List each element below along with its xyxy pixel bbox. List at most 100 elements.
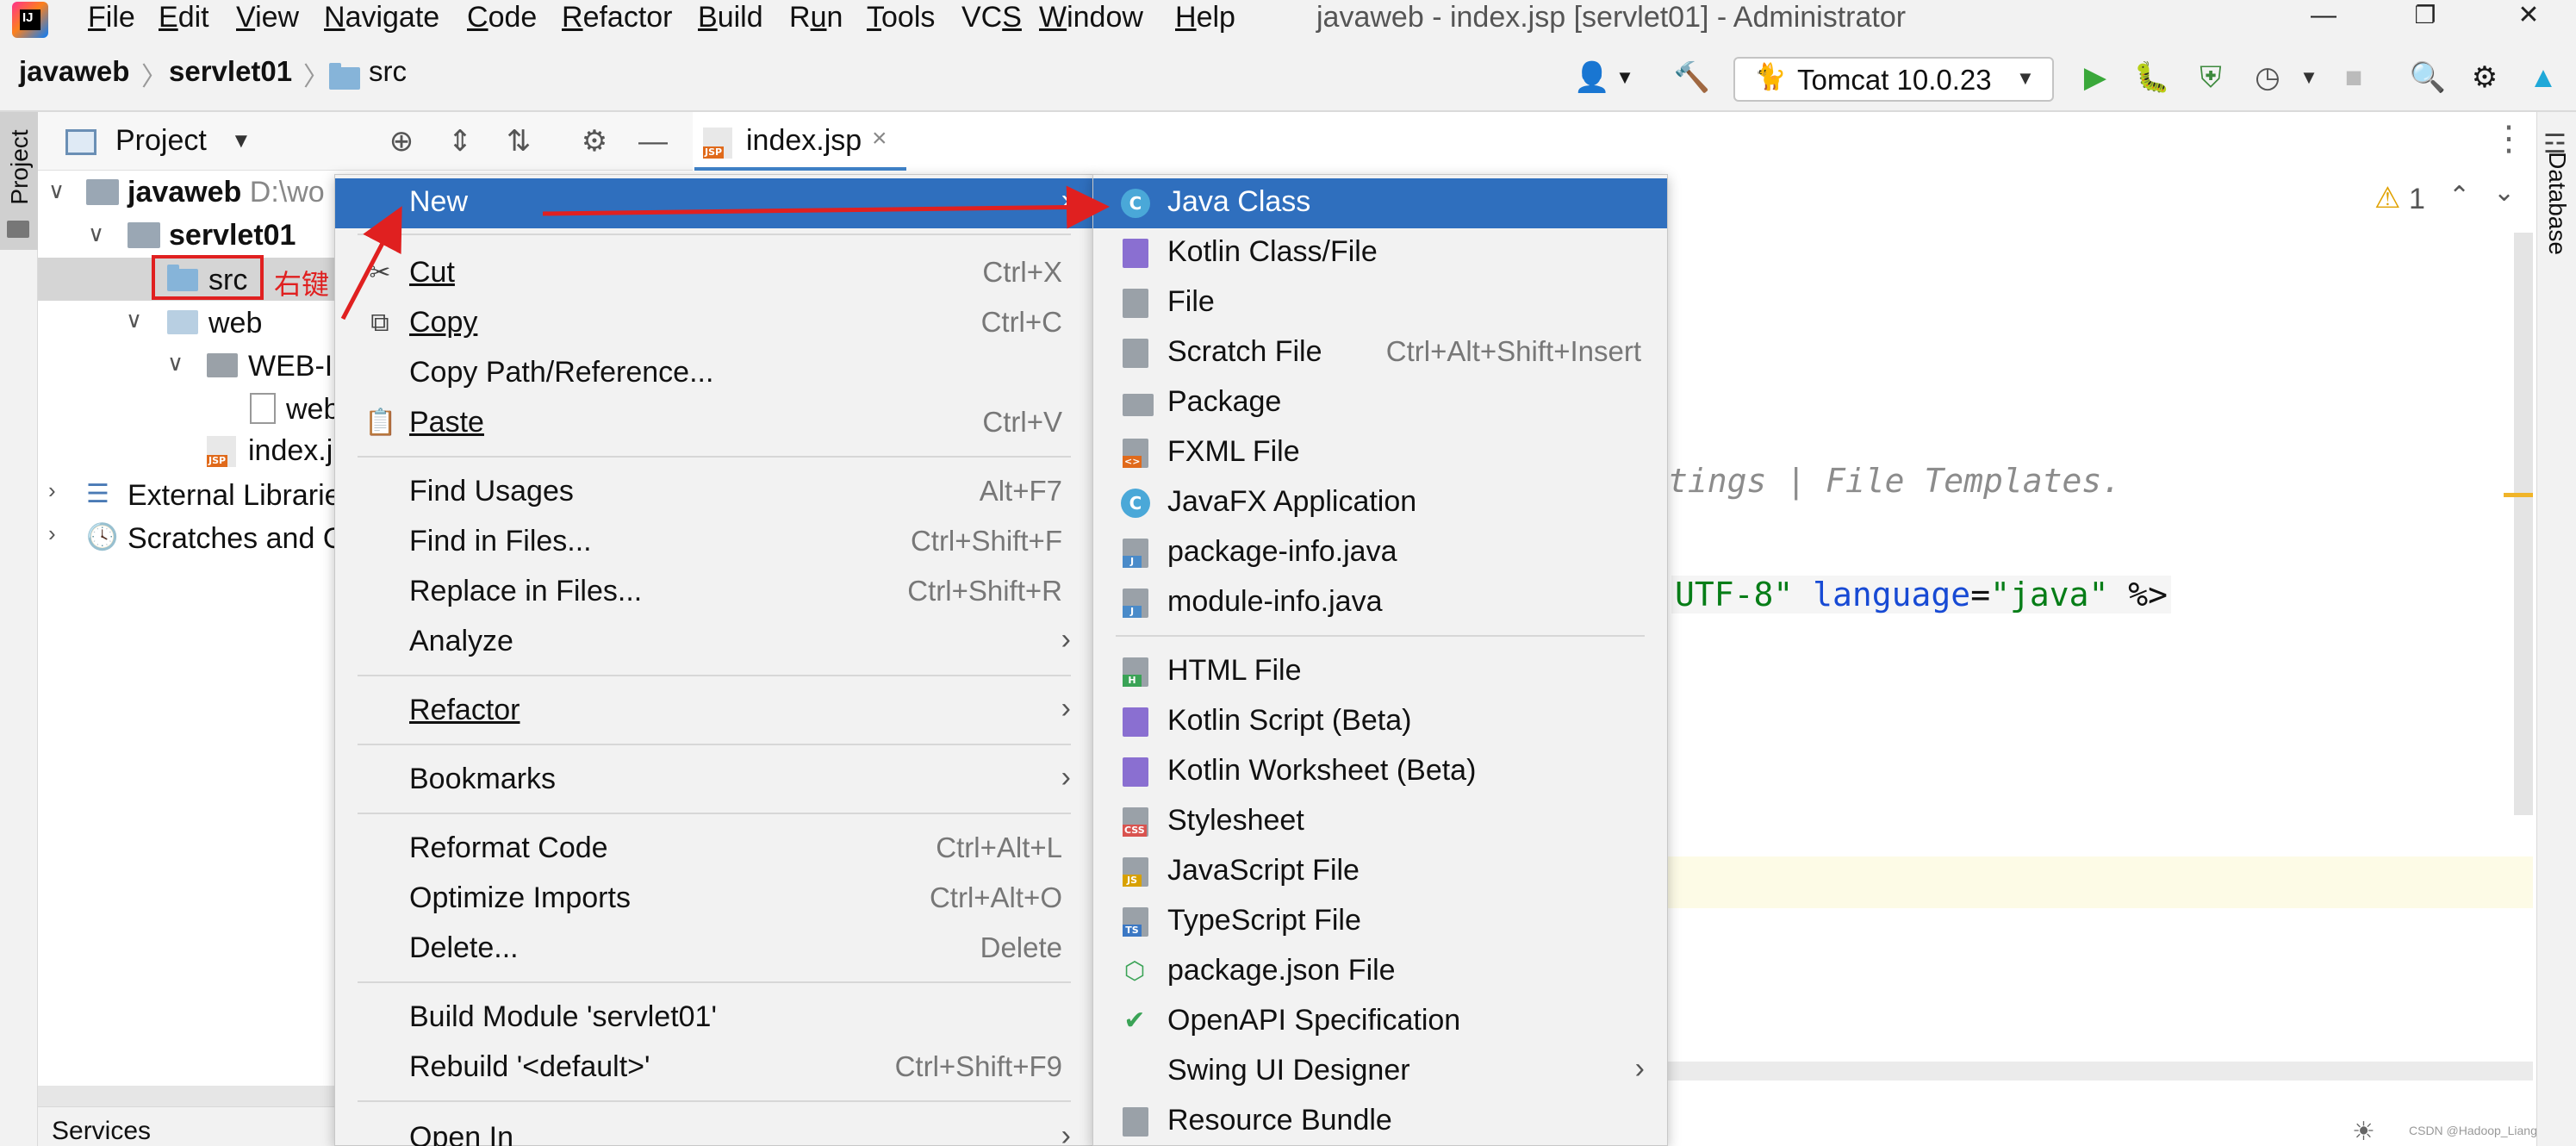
menu-item-analyze[interactable]: Analyze ›: [335, 618, 1093, 668]
menu-item-find-usages[interactable]: Find Usages Alt+F7: [335, 468, 1093, 518]
stop-icon[interactable]: ■: [2335, 60, 2373, 95]
tree-expand-arrow-icon[interactable]: ∨: [126, 307, 142, 333]
tree-expand-arrow-icon[interactable]: ∨: [88, 221, 104, 247]
warning-icon[interactable]: ⚠: [2374, 181, 2400, 215]
collapse-all-icon[interactable]: ⇅: [500, 124, 538, 159]
menu-item-build-module[interactable]: Build Module 'servlet01': [335, 993, 1093, 1043]
breadcrumb-servlet01[interactable]: servlet01: [169, 55, 292, 88]
menu-item-replace-in-files[interactable]: Replace in Files... Ctrl+Shift+R: [335, 568, 1093, 618]
menu-item-paste[interactable]: 📋 Paste Ctrl+V: [335, 399, 1093, 449]
project-panel-title[interactable]: Project: [115, 124, 207, 158]
build-hammer-icon[interactable]: 🔨: [1673, 60, 1711, 95]
submenu-item-stylesheet[interactable]: CSS Stylesheet: [1093, 797, 1667, 847]
tree-item-web-xml[interactable]: web: [286, 393, 339, 427]
warning-stripe-marker[interactable]: [2504, 493, 2533, 497]
menu-item-cut[interactable]: ✂ Cut Ctrl+X: [335, 249, 1093, 299]
menu-item-rebuild[interactable]: Rebuild '<default>' Ctrl+Shift+F9: [335, 1043, 1093, 1093]
chevron-down-icon[interactable]: ▼: [1606, 60, 1644, 95]
submenu-item-swing-ui-designer[interactable]: Swing UI Designer ›: [1093, 1047, 1667, 1097]
expand-all-icon[interactable]: ⇕: [441, 124, 479, 159]
menu-navigate[interactable]: Navigate: [324, 0, 439, 38]
search-icon[interactable]: 🔍: [2409, 60, 2447, 95]
menu-build[interactable]: Build: [698, 0, 763, 38]
database-tool-tab[interactable]: Database: [2543, 143, 2571, 264]
hide-panel-icon[interactable]: —: [634, 124, 672, 159]
menu-refactor[interactable]: Refactor: [562, 0, 673, 38]
submenu-item-package[interactable]: Package: [1093, 378, 1667, 428]
menu-item-new[interactable]: New ›: [335, 178, 1093, 228]
menu-item-delete[interactable]: Delete... Delete: [335, 925, 1093, 975]
submenu-item-package-info[interactable]: Jpackage-info.java: [1093, 528, 1667, 578]
editor-vertical-scrollbar[interactable]: [2514, 233, 2533, 815]
run-icon[interactable]: ▶: [2076, 60, 2114, 95]
menu-run[interactable]: Run: [789, 0, 843, 38]
menu-item-find-in-files[interactable]: Find in Files... Ctrl+Shift+F: [335, 518, 1093, 568]
submenu-item-kotlin-script[interactable]: Kotlin Script (Beta): [1093, 697, 1667, 747]
toolbox-icon[interactable]: ▲: [2524, 60, 2562, 95]
menu-tools[interactable]: Tools: [867, 0, 935, 38]
services-tab[interactable]: Services: [52, 1117, 151, 1146]
menu-window[interactable]: Window: [1039, 0, 1143, 38]
debug-icon[interactable]: 🐛: [2133, 60, 2171, 95]
menu-item-copy-path[interactable]: Copy Path/Reference...: [335, 349, 1093, 399]
coverage-icon[interactable]: ⛨: [2192, 60, 2230, 95]
submenu-item-package-json[interactable]: ⬡ package.json File: [1093, 947, 1667, 997]
tree-item-index-jsp[interactable]: index.j: [248, 434, 333, 468]
tree-item-web-inf[interactable]: WEB-II: [248, 350, 341, 383]
submenu-item-java-class[interactable]: C Java Class: [1093, 178, 1667, 228]
submenu-item-module-info[interactable]: Jmodule-info.java: [1093, 578, 1667, 628]
more-options-icon[interactable]: ⋮: [2492, 119, 2526, 159]
tree-expand-arrow-icon[interactable]: ∨: [48, 178, 65, 204]
submenu-item-javafx-application[interactable]: C JavaFX Application: [1093, 478, 1667, 528]
close-tab-icon[interactable]: ×: [872, 124, 887, 153]
breadcrumb-javaweb[interactable]: javaweb: [19, 55, 129, 88]
tree-collapse-arrow-icon[interactable]: ›: [48, 520, 56, 547]
submenu-item-file[interactable]: File: [1093, 278, 1667, 328]
menu-code[interactable]: Code: [467, 0, 537, 38]
chevron-down-icon[interactable]: ▼: [2290, 60, 2328, 95]
editor-tab-index-jsp[interactable]: JSP index.jsp ×: [694, 114, 906, 171]
submenu-item-openapi[interactable]: ✔ OpenAPI Specification: [1093, 997, 1667, 1047]
previous-highlight-icon[interactable]: ⌃: [2448, 181, 2470, 211]
minimize-icon[interactable]: —: [2302, 0, 2345, 34]
tree-expand-arrow-icon[interactable]: ∨: [167, 350, 184, 377]
submenu-item-fxml-file[interactable]: <> FXML File: [1093, 428, 1667, 478]
menu-vcs[interactable]: VCS: [961, 0, 1022, 38]
menu-item-open-in[interactable]: Open In ›: [335, 1114, 1093, 1146]
gear-icon[interactable]: ⚙: [2466, 60, 2504, 95]
run-configuration-selector[interactable]: 🐈 Tomcat 10.0.23 ▼: [1733, 57, 2054, 102]
submenu-item-typescript-file[interactable]: TS TypeScript File: [1093, 897, 1667, 947]
next-highlight-icon[interactable]: ⌄: [2493, 178, 2515, 208]
menu-item-refactor[interactable]: Refactor ›: [335, 687, 1093, 737]
tree-item-scratches[interactable]: Scratches and C: [128, 522, 344, 556]
submenu-item-scratch-file[interactable]: Scratch File Ctrl+Alt+Shift+Insert: [1093, 328, 1667, 378]
horizontal-scrollbar[interactable]: [38, 1086, 334, 1106]
tree-collapse-arrow-icon[interactable]: ›: [48, 477, 56, 504]
menu-view[interactable]: View: [236, 0, 299, 38]
close-window-icon[interactable]: ✕: [2507, 0, 2550, 34]
editor-horizontal-scrollbar[interactable]: [1667, 1062, 2533, 1081]
menu-file[interactable]: File: [88, 0, 135, 38]
chevron-down-icon[interactable]: ▼: [231, 129, 252, 153]
menu-item-optimize-imports[interactable]: Optimize Imports Ctrl+Alt+O: [335, 875, 1093, 925]
profile-icon[interactable]: ◷: [2249, 60, 2287, 95]
status-indicator-icon[interactable]: ☀: [2352, 1117, 2375, 1146]
menu-edit[interactable]: Edit: [159, 0, 209, 38]
tree-item-servlet01[interactable]: servlet01: [169, 219, 296, 252]
restore-icon[interactable]: ❐: [2404, 0, 2447, 34]
submenu-item-kotlin-worksheet[interactable]: Kotlin Worksheet (Beta): [1093, 747, 1667, 797]
submenu-item-javascript-file[interactable]: JS JavaScript File: [1093, 847, 1667, 897]
submenu-item-resource-bundle[interactable]: Resource Bundle: [1093, 1097, 1667, 1146]
gear-icon[interactable]: ⚙: [576, 124, 613, 159]
breadcrumb-src[interactable]: src: [369, 55, 407, 88]
menu-item-bookmarks[interactable]: Bookmarks ›: [335, 756, 1093, 806]
tree-item-external-libraries[interactable]: External Librarie: [128, 479, 341, 513]
menu-item-copy[interactable]: ⧉ Copy Ctrl+C: [335, 299, 1093, 349]
submenu-item-kotlin-class[interactable]: Kotlin Class/File: [1093, 228, 1667, 278]
menu-help[interactable]: Help: [1175, 0, 1235, 38]
submenu-item-html-file[interactable]: H HTML File: [1093, 647, 1667, 697]
tree-item-javaweb[interactable]: javaweb D:\wo: [128, 176, 325, 209]
menu-item-reformat-code[interactable]: Reformat Code Ctrl+Alt+L: [335, 825, 1093, 875]
locate-target-icon[interactable]: ⊕: [383, 124, 420, 159]
tree-item-web[interactable]: web: [208, 307, 262, 340]
